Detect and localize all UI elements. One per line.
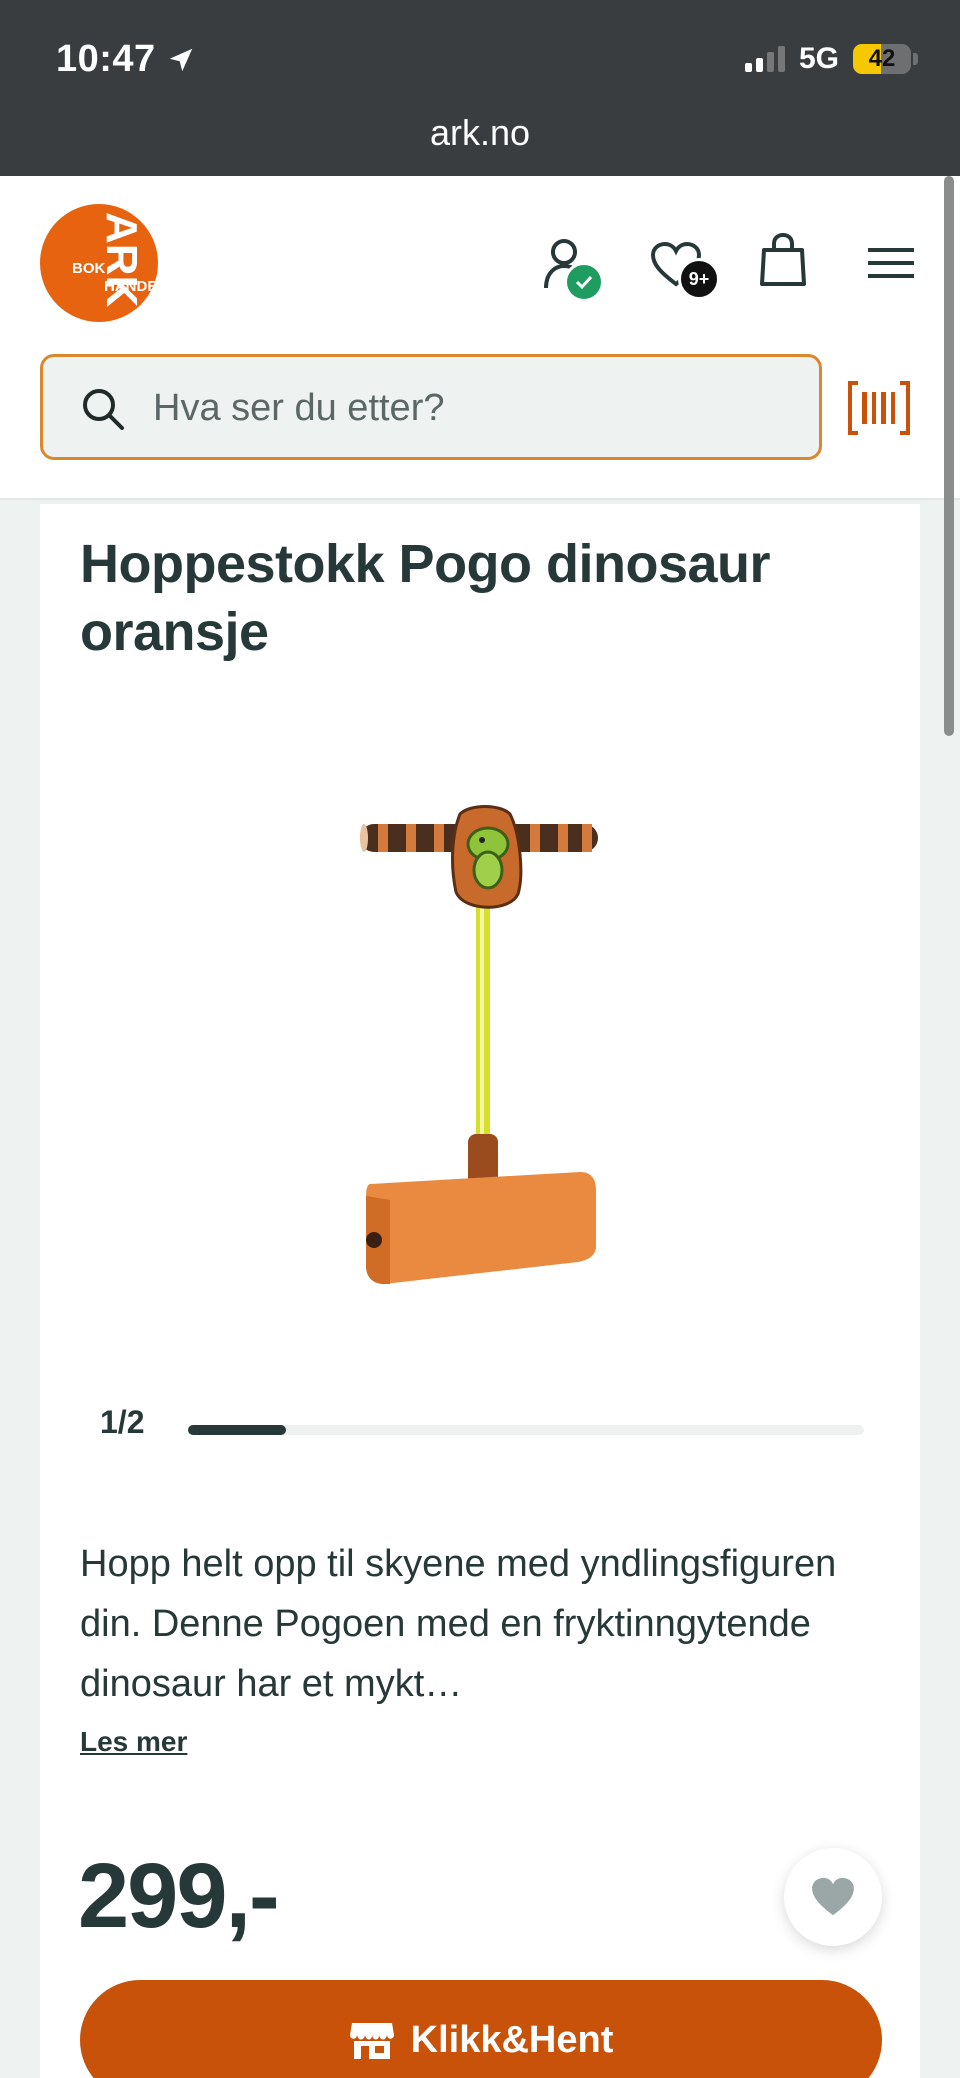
cart-button[interactable]: [758, 232, 808, 288]
carousel-progress-thumb: [188, 1425, 286, 1435]
image-pager-label: 1/2: [100, 1404, 145, 1440]
location-arrow-icon: [169, 48, 192, 71]
pogo-stick-image: [360, 805, 598, 1284]
page-scrollbar[interactable]: [944, 176, 954, 736]
ark-logo[interactable]: ARK BOK HANDEL: [40, 204, 158, 322]
barcode-scanner-button[interactable]: [846, 380, 912, 441]
hamburger-menu-icon: [868, 248, 914, 278]
network-label: 5G: [798, 42, 839, 75]
status-bar: 10:47 5G 42 ark.no: [0, 0, 960, 176]
store-icon: [349, 2023, 394, 2059]
wishlist-button[interactable]: 9+: [650, 242, 720, 300]
product-price: 299,-: [78, 1845, 280, 1947]
product-card: Hoppestokk Pogo dinosaur oransje 1/2 Hop…: [40, 504, 920, 2078]
logged-in-check-icon: [564, 262, 604, 302]
menu-button[interactable]: [868, 248, 914, 278]
barcode-icon: [848, 381, 910, 435]
product-description: Hopp helt opp til skyene med yndlingsfig…: [80, 1543, 837, 1705]
search-input[interactable]: Hva ser du etter?: [40, 354, 822, 460]
logo-text-bok: BOK: [72, 260, 106, 277]
cta-label: Klikk&Hent: [410, 2018, 614, 2061]
status-time: 10:47: [56, 38, 196, 81]
add-to-wishlist-button[interactable]: [784, 1848, 882, 1946]
account-button[interactable]: [542, 236, 604, 302]
status-indicators: 5G 42: [744, 42, 918, 76]
wishlist-count-badge: 9+: [678, 258, 720, 300]
image-carousel-progress[interactable]: [188, 1425, 864, 1435]
product-title: Hoppestokk Pogo dinosaur oransje: [80, 534, 771, 662]
search-icon: [83, 389, 124, 430]
site-header: ARK BOK HANDEL 9+: [0, 176, 960, 500]
search-placeholder: Hva ser du etter?: [153, 387, 445, 429]
battery-icon: 42: [853, 44, 911, 74]
shopping-bag-icon: [760, 232, 806, 286]
read-more-link[interactable]: Les mer: [80, 1726, 187, 1758]
logo-text-handel: HANDEL: [104, 278, 158, 295]
signal-icon: [744, 46, 785, 72]
time-label: 10:47: [56, 38, 156, 80]
battery-level: 42: [868, 45, 896, 72]
address-bar-url[interactable]: ark.no: [0, 112, 960, 154]
click-and-collect-button[interactable]: Klikk&Hent: [80, 1980, 882, 2078]
product-image[interactable]: [360, 804, 660, 1324]
page: 10:47 5G 42 ark.no ARK BOK HANDEL: [0, 0, 960, 2078]
heart-filled-icon: [812, 1877, 854, 1916]
